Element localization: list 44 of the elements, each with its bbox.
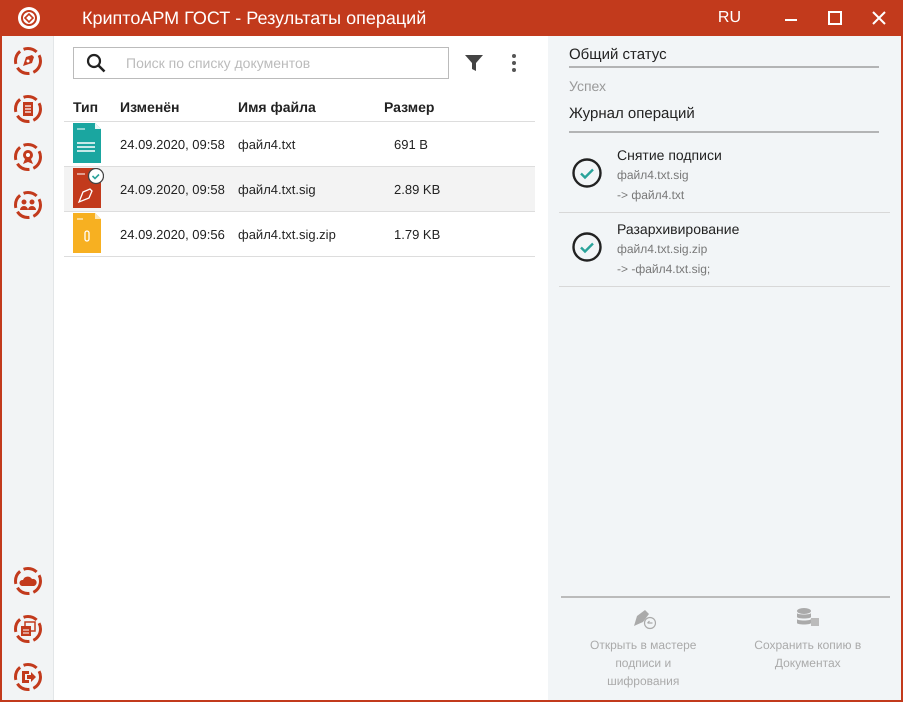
- logo-icon: [17, 6, 41, 30]
- date-cell-text: 24.09.2020, 09:58: [120, 136, 226, 152]
- search-field[interactable]: Поиск по списку документов: [73, 47, 449, 79]
- date-cell-text: 24.09.2020, 09:58: [120, 182, 226, 196]
- award-icon[interactable]: [12, 142, 42, 172]
- maximize-icon[interactable]: [825, 8, 845, 28]
- size-cell-text: 1.79 KB: [393, 226, 442, 242]
- size-cell-text: 2.89 KB: [393, 182, 442, 196]
- table-row[interactable]: 24.09.2020, 09:56 файл4.txt.sig.zip 1.79 KB: [64, 212, 535, 257]
- column-header: Тип: [72, 99, 100, 115]
- signed-file-icon: [73, 168, 104, 208]
- column-header: Изменён: [120, 99, 181, 115]
- exit-icon[interactable]: [12, 662, 42, 692]
- size-cell-text: 691 B: [393, 136, 429, 152]
- document-icon[interactable]: [12, 94, 42, 124]
- pen-nib-icon[interactable]: [12, 46, 42, 76]
- filter-icon[interactable]: [464, 53, 484, 73]
- column-header: Размер: [384, 99, 436, 115]
- operation-title: Разархивирование: [617, 220, 740, 239]
- check-circle-icon: [571, 230, 603, 262]
- people-icon[interactable]: [12, 190, 42, 220]
- source-file: файл4.txt.sig: [617, 167, 690, 184]
- windows-icon[interactable]: [12, 614, 42, 644]
- check-circle-icon: [571, 156, 603, 188]
- column-header: Имя файла: [238, 99, 317, 115]
- status-text: Успех: [568, 77, 608, 94]
- date-cell-text: 24.09.2020, 09:56: [120, 226, 226, 242]
- table-row[interactable]: 24.09.2020, 09:58 файл4.txt.sig 2.89 KB: [64, 167, 535, 212]
- result-file: -> -файл4.txt.sig;: [617, 261, 712, 278]
- filename-cell-text: файл4.txt.sig: [238, 182, 317, 196]
- operation-title: Снятие подписи: [617, 146, 722, 165]
- filename-cell-text: файл4.txt.sig.zip: [238, 226, 337, 242]
- section-title: Общий статус: [568, 45, 668, 65]
- section-title: Журнал операций: [568, 104, 696, 124]
- source-file: файл4.txt.sig.zip: [617, 241, 708, 258]
- filename-cell-text: файл4.txt: [238, 136, 296, 152]
- text-file-icon: [73, 122, 104, 162]
- search-icon: [86, 53, 106, 73]
- result-file: -> файл4.txt: [617, 187, 686, 204]
- language-button[interactable]: RU: [712, 8, 747, 28]
- more-icon[interactable]: [511, 53, 517, 73]
- zip-file-icon: [73, 212, 104, 252]
- cloud-icon[interactable]: [12, 566, 42, 596]
- window-title: КриптоАРМ ГОСТ - Результаты операций: [81, 8, 428, 28]
